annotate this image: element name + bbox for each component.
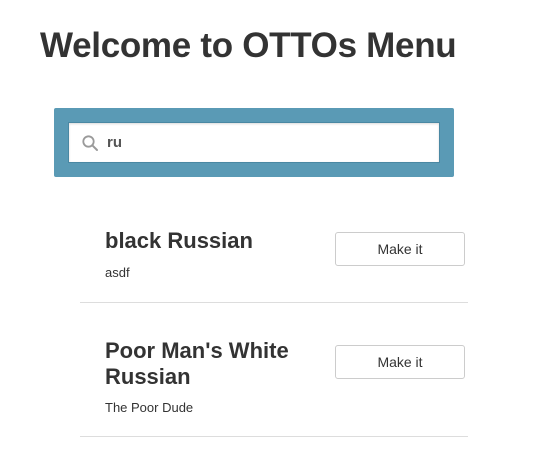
search-icon (81, 134, 99, 152)
page: Welcome to OTTOs Menu black Russian asdf… (0, 0, 533, 468)
drink-title: black Russian (105, 228, 253, 253)
drink-description: The Poor Dude (105, 400, 194, 415)
drink-description: asdf (105, 265, 130, 280)
drink-title: Poor Man's White Russian (105, 338, 289, 389)
make-it-button[interactable]: Make it (335, 232, 465, 266)
search-panel (54, 108, 454, 177)
search-box[interactable] (68, 122, 440, 163)
page-title: Welcome to OTTOs Menu (40, 26, 457, 65)
list-item: black Russian asdf Make it (80, 190, 468, 303)
search-input[interactable] (107, 130, 407, 155)
make-it-button[interactable]: Make it (335, 345, 465, 379)
results-list: black Russian asdf Make it Poor Man's Wh… (80, 190, 468, 437)
list-item: Poor Man's White Russian The Poor Dude M… (80, 303, 468, 437)
